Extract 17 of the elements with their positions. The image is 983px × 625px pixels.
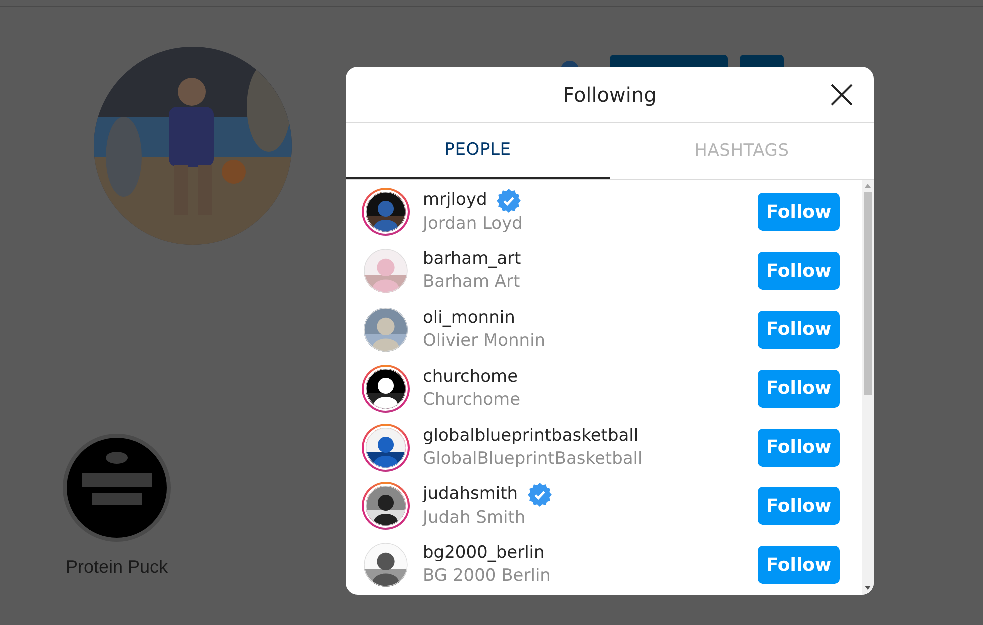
tab[interactable]: PEOPLE [346, 123, 610, 179]
highlight-label: Protein Puck [66, 557, 168, 578]
full-name: Barham Art [423, 271, 522, 294]
username-link[interactable]: barham_art [423, 248, 522, 272]
full-name: Jordan Loyd [423, 212, 524, 236]
username-link[interactable]: mrjloyd [423, 189, 488, 212]
username-link[interactable]: globalblueprintbasketball [423, 424, 639, 448]
full-name: Churchome [423, 388, 522, 412]
dialog-title: Following [563, 82, 657, 106]
username-link[interactable]: oli_monnin [423, 306, 516, 330]
full-name: Judah Smith [423, 506, 527, 530]
full-name: GlobalBlueprintBasketball [423, 448, 644, 471]
username-link[interactable]: judahsmith [423, 483, 518, 506]
username-link[interactable]: churchome [423, 366, 518, 389]
username-link[interactable]: bg2000_berlin [423, 542, 545, 566]
full-name: BG 2000 Berlin [423, 565, 552, 588]
full-name: Olivier Monnin [423, 330, 547, 353]
